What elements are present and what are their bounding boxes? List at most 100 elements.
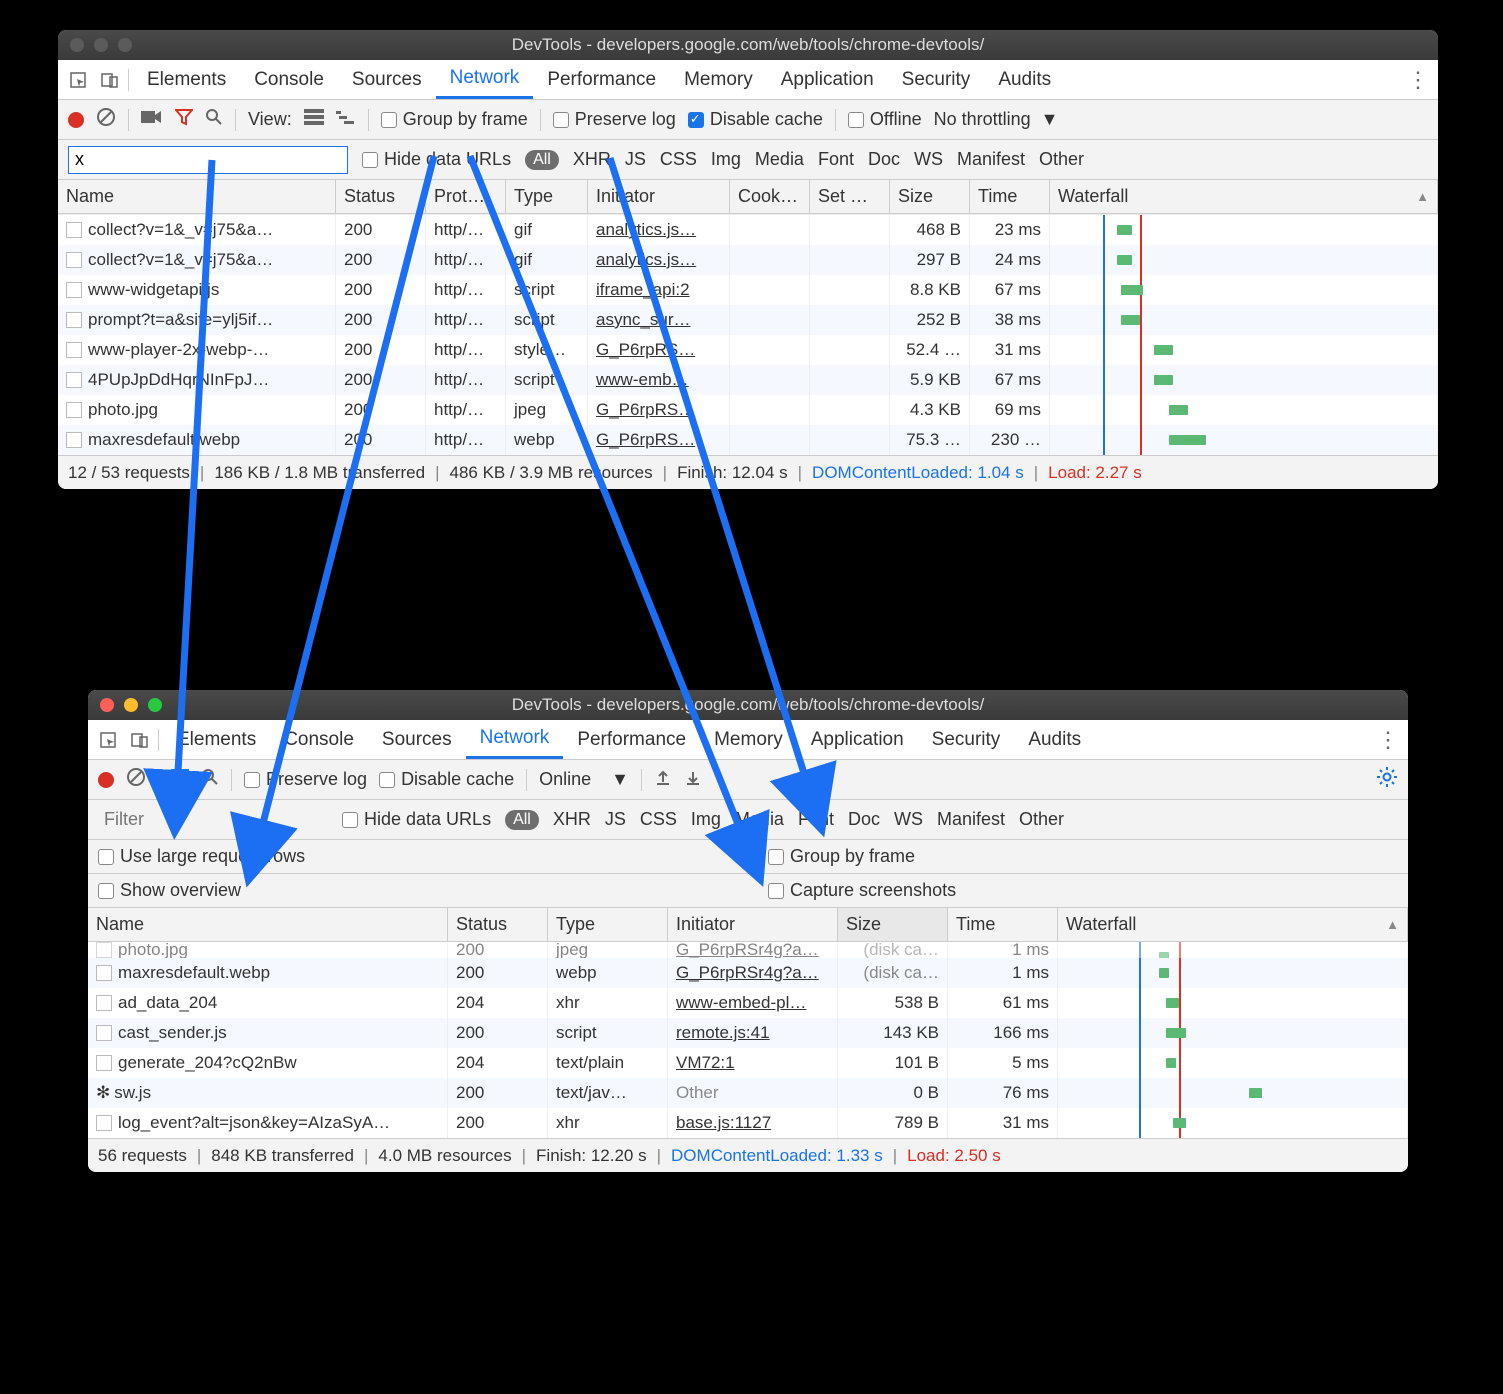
tab-sources[interactable]: Sources: [338, 60, 436, 99]
tab-elements[interactable]: Elements: [163, 720, 270, 759]
close-dot[interactable]: [100, 698, 114, 712]
table-row[interactable]: www-player-2x-webp-…200http/…style…G_P6r…: [58, 335, 1438, 365]
table-row[interactable]: 4PUpJpDdHqrNInFpJ…200http/…scriptwww-emb…: [58, 365, 1438, 395]
col-status[interactable]: Status: [336, 180, 426, 213]
tab-console[interactable]: Console: [270, 720, 368, 759]
disable-cache-checkbox[interactable]: Disable cache: [688, 109, 823, 130]
throttling-select[interactable]: Online ▼: [539, 769, 629, 790]
filter-type-doc[interactable]: Doc: [848, 809, 880, 830]
close-dot[interactable]: [70, 38, 84, 52]
overview-icon[interactable]: [336, 109, 356, 130]
preserve-log-checkbox[interactable]: Preserve log: [553, 109, 676, 130]
group-by-frame-checkbox[interactable]: Group by frame: [768, 846, 915, 867]
device-icon[interactable]: [96, 66, 124, 94]
table-row[interactable]: www-widgetapi.js200http/…scriptiframe_ap…: [58, 275, 1438, 305]
tab-memory[interactable]: Memory: [700, 720, 797, 759]
table-row[interactable]: maxresdefault.webp200webpG_P6rpRSr4g?a…(…: [88, 958, 1408, 988]
col-type[interactable]: Type: [548, 908, 668, 941]
filter-icon[interactable]: [175, 108, 193, 131]
search-icon[interactable]: [201, 768, 219, 791]
record-button[interactable]: [68, 112, 84, 128]
inspect-icon[interactable]: [64, 66, 92, 94]
max-dot[interactable]: [148, 698, 162, 712]
device-icon[interactable]: [126, 726, 154, 754]
table-row[interactable]: maxresdefault.webp200http/…webpG_P6rpRS……: [58, 425, 1438, 455]
filter-type-manifest[interactable]: Manifest: [957, 149, 1025, 170]
tab-console[interactable]: Console: [240, 60, 338, 99]
table-row[interactable]: collect?v=1&_v=j75&a…200http/…gifanalyti…: [58, 245, 1438, 275]
table-row[interactable]: cast_sender.js200scriptremote.js:41143 K…: [88, 1018, 1408, 1048]
col-name[interactable]: Name: [58, 180, 336, 213]
tab-application[interactable]: Application: [767, 60, 888, 99]
filter-icon[interactable]: [171, 768, 189, 791]
download-icon[interactable]: [684, 768, 702, 791]
filter-type-ws[interactable]: WS: [894, 809, 923, 830]
table-row[interactable]: prompt?t=a&site=ylj5if…200http/…scriptas…: [58, 305, 1438, 335]
col-status[interactable]: Status: [448, 908, 548, 941]
filter-type-font[interactable]: Font: [798, 809, 834, 830]
capture-screenshots-checkbox[interactable]: Capture screenshots: [768, 880, 956, 901]
filter-type-media[interactable]: Media: [735, 809, 784, 830]
tab-performance[interactable]: Performance: [533, 60, 670, 99]
table-row[interactable]: photo.jpg200jpegG_P6rpRSr4g?a…(disk ca…1…: [88, 942, 1408, 958]
tab-sources[interactable]: Sources: [368, 720, 466, 759]
tab-security[interactable]: Security: [918, 720, 1015, 759]
inspect-icon[interactable]: [94, 726, 122, 754]
col-waterfall[interactable]: Waterfall▲: [1058, 908, 1408, 941]
table-row[interactable]: ad_data_204204xhrwww-embed-pl…538 B61 ms: [88, 988, 1408, 1018]
filter-type-other[interactable]: Other: [1019, 809, 1064, 830]
group-by-frame-checkbox[interactable]: Group by frame: [381, 109, 528, 130]
tab-network[interactable]: Network: [466, 720, 564, 759]
filter-type-ws[interactable]: WS: [914, 149, 943, 170]
col-time[interactable]: Time: [948, 908, 1058, 941]
kebab-icon[interactable]: ⋮: [1374, 726, 1402, 754]
table-row[interactable]: generate_204?cQ2nBw204text/plainVM72:110…: [88, 1048, 1408, 1078]
show-overview-checkbox[interactable]: Show overview: [98, 880, 241, 901]
table-row[interactable]: photo.jpg200http/…jpegG_P6rpRS…4.3 KB69 …: [58, 395, 1438, 425]
table-row[interactable]: collect?v=1&_v=j75&a…200http/…gifanalyti…: [58, 215, 1438, 245]
filter-type-font[interactable]: Font: [818, 149, 854, 170]
col-size[interactable]: Size: [890, 180, 970, 213]
filter-type-media[interactable]: Media: [755, 149, 804, 170]
max-dot[interactable]: [118, 38, 132, 52]
filter-type-all[interactable]: All: [525, 150, 559, 170]
preserve-log-checkbox[interactable]: Preserve log: [244, 769, 367, 790]
camera-icon[interactable]: [141, 109, 163, 130]
upload-icon[interactable]: [654, 768, 672, 791]
clear-icon[interactable]: [96, 107, 116, 132]
col-prot[interactable]: Prot…: [426, 180, 506, 213]
filter-type-img[interactable]: Img: [691, 809, 721, 830]
throttling-select[interactable]: No throttling ▼: [934, 109, 1059, 130]
filter-type-xhr[interactable]: XHR: [553, 809, 591, 830]
kebab-icon[interactable]: ⋮: [1404, 66, 1432, 94]
filter-type-css[interactable]: CSS: [660, 149, 697, 170]
offline-checkbox[interactable]: Offline: [848, 109, 922, 130]
filter-type-js[interactable]: JS: [625, 149, 646, 170]
col-name[interactable]: Name: [88, 908, 448, 941]
filter-type-doc[interactable]: Doc: [868, 149, 900, 170]
disable-cache-checkbox[interactable]: Disable cache: [379, 769, 514, 790]
tab-application[interactable]: Application: [797, 720, 918, 759]
filter-input[interactable]: [68, 146, 348, 174]
filter-type-css[interactable]: CSS: [640, 809, 677, 830]
tab-network[interactable]: Network: [436, 60, 534, 99]
min-dot[interactable]: [94, 38, 108, 52]
tab-audits[interactable]: Audits: [1014, 720, 1095, 759]
tab-memory[interactable]: Memory: [670, 60, 767, 99]
filter-type-all[interactable]: All: [505, 810, 539, 830]
filter-input[interactable]: [98, 806, 328, 834]
tab-audits[interactable]: Audits: [984, 60, 1065, 99]
filter-type-xhr[interactable]: XHR: [573, 149, 611, 170]
large-rows-icon[interactable]: [304, 109, 324, 130]
search-icon[interactable]: [205, 108, 223, 131]
filter-type-manifest[interactable]: Manifest: [937, 809, 1005, 830]
record-button[interactable]: [98, 772, 114, 788]
tab-elements[interactable]: Elements: [133, 60, 240, 99]
col-time[interactable]: Time: [970, 180, 1050, 213]
tab-performance[interactable]: Performance: [563, 720, 700, 759]
filter-type-other[interactable]: Other: [1039, 149, 1084, 170]
hide-data-urls-checkbox[interactable]: Hide data URLs: [342, 809, 491, 830]
tab-security[interactable]: Security: [888, 60, 985, 99]
filter-type-js[interactable]: JS: [605, 809, 626, 830]
table-row[interactable]: log_event?alt=json&key=AIzaSyA…200xhrbas…: [88, 1108, 1408, 1138]
